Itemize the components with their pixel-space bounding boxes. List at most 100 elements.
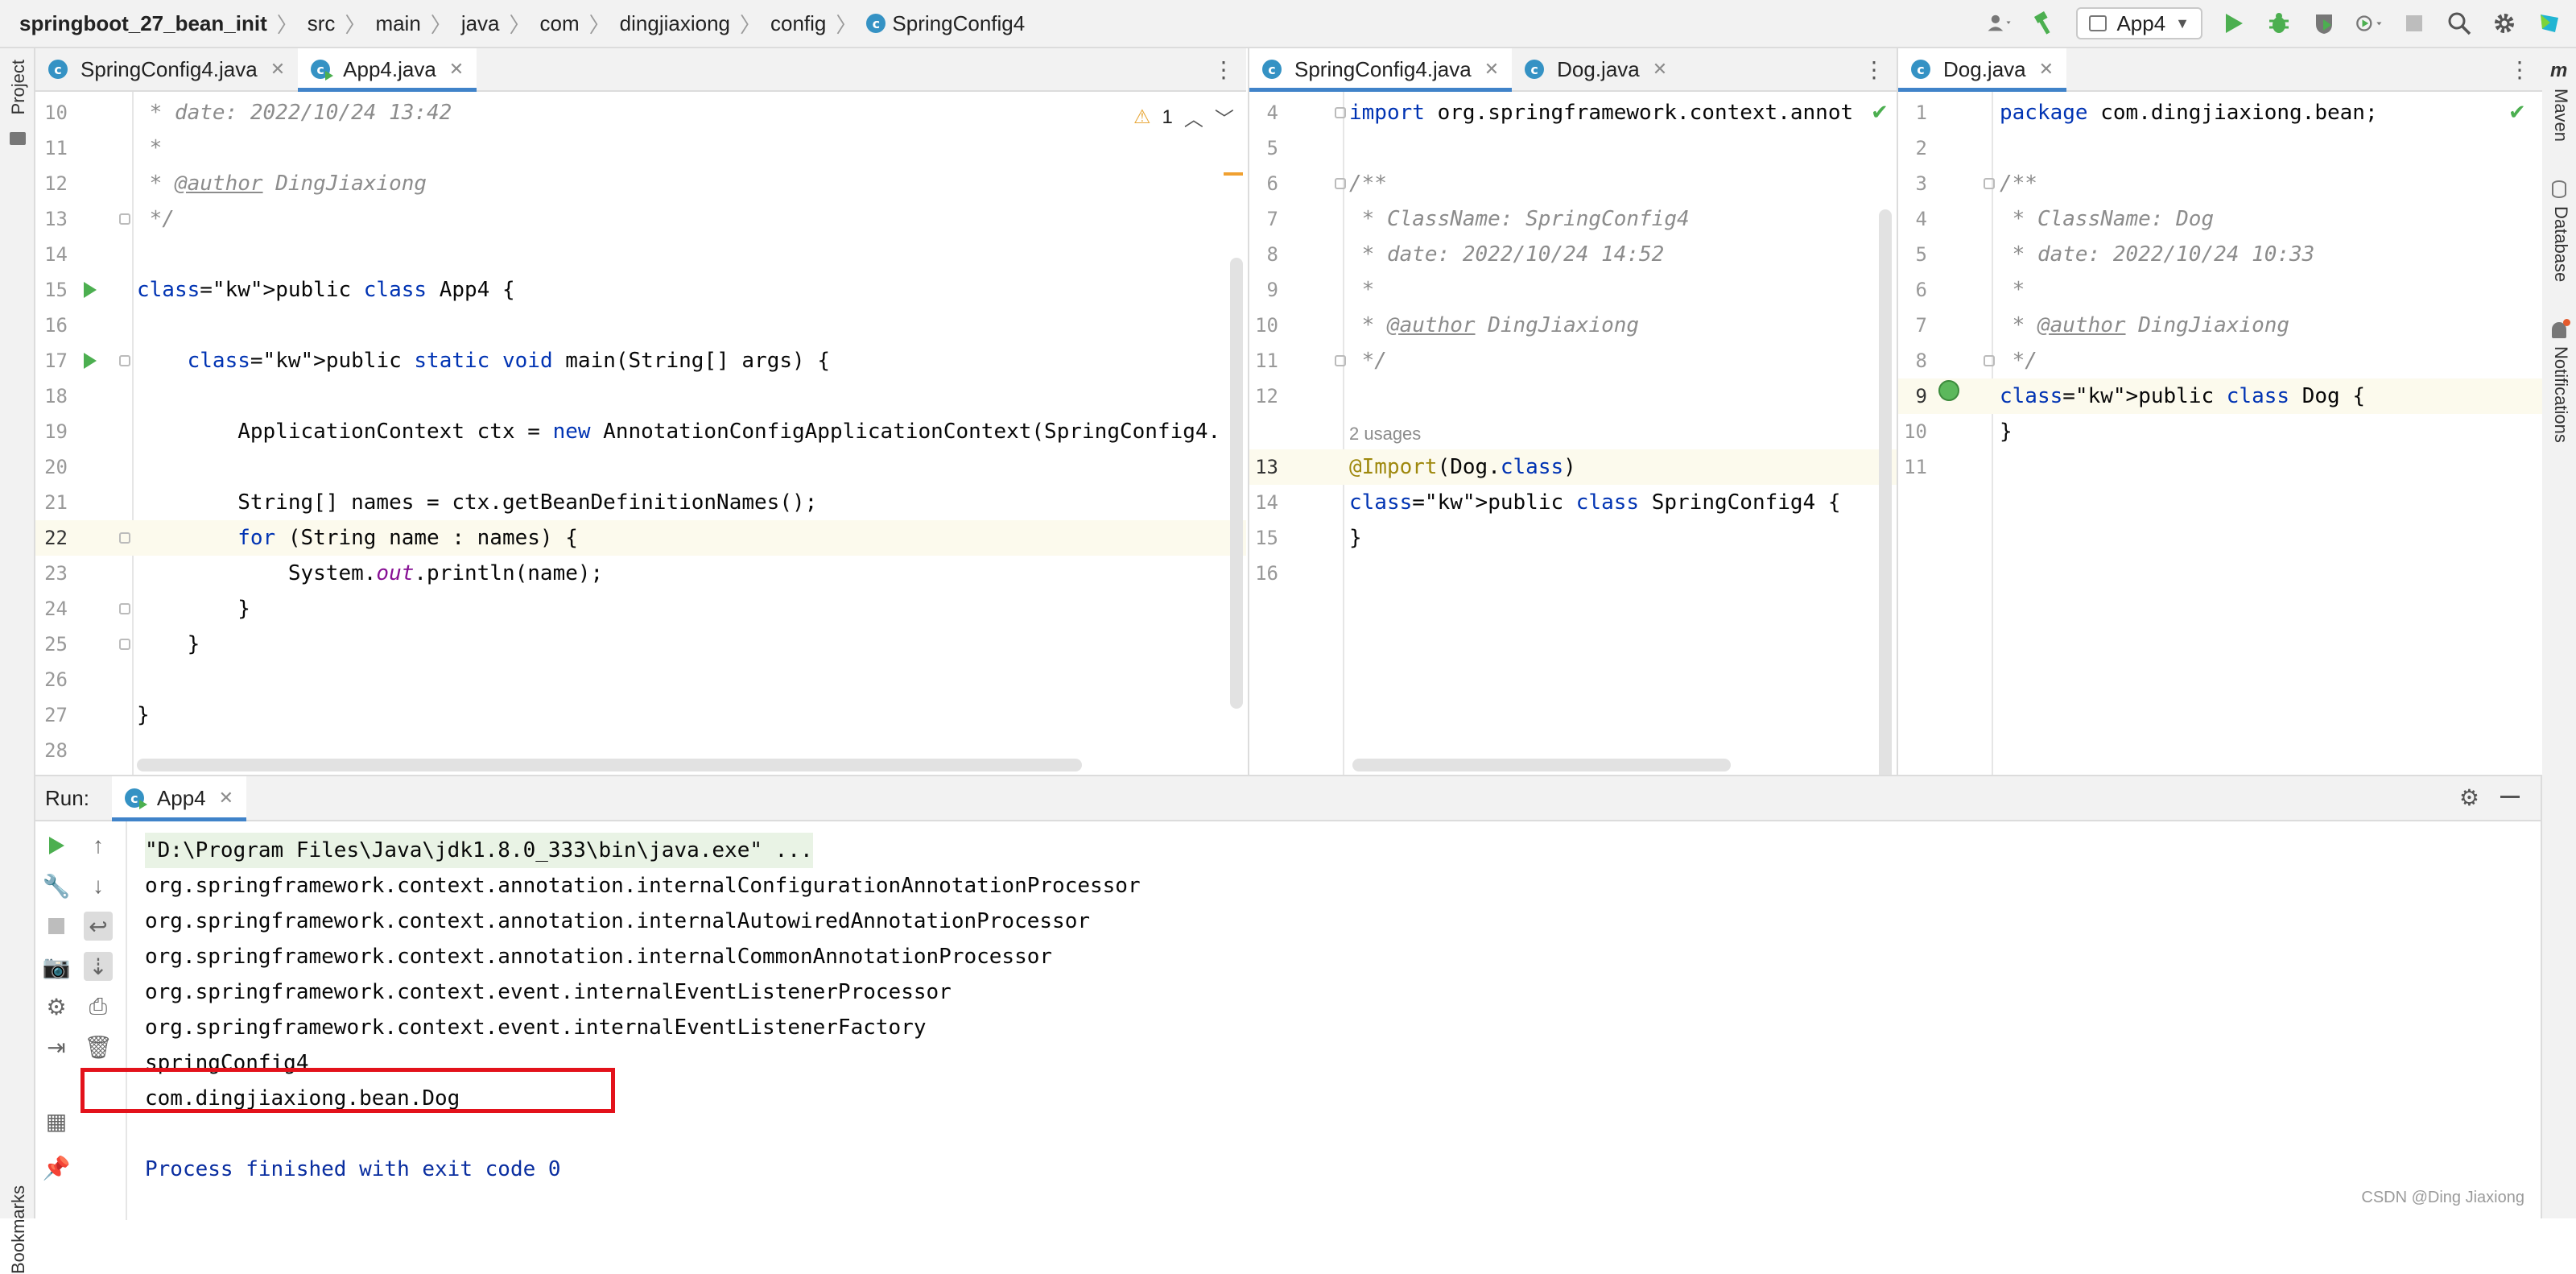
horizontal-scrollbar[interactable] xyxy=(1352,759,1731,771)
fold-icon[interactable] xyxy=(119,355,130,366)
stop-icon[interactable] xyxy=(2401,10,2428,37)
run-configuration-selector[interactable]: App4 ▼ xyxy=(2076,7,2202,39)
code-line[interactable]: } xyxy=(137,627,200,662)
pin-icon[interactable]: 📌 xyxy=(42,1153,71,1182)
tab-springconfig4[interactable]: c SpringConfig4.java ✕ xyxy=(1249,48,1513,92)
vertical-scrollbar[interactable] xyxy=(1230,258,1243,709)
code-line[interactable]: * xyxy=(2000,272,2025,308)
chevron-up-icon[interactable]: ︿ xyxy=(1184,103,1203,131)
close-icon[interactable]: ✕ xyxy=(1653,59,1667,80)
code-line[interactable]: class="kw">public class Dog { xyxy=(2000,378,2365,414)
more-vertical-icon[interactable]: ⋮ xyxy=(2508,56,2531,83)
code-line[interactable]: @Import(Dog.class) xyxy=(1349,449,1576,485)
jetbrains-icon[interactable] xyxy=(2536,10,2563,37)
breadcrumb-java[interactable]: java xyxy=(461,11,500,36)
camera-icon[interactable]: 📷 xyxy=(42,952,71,981)
user-icon[interactable] xyxy=(1986,10,2013,37)
code-line[interactable]: package com.dingjiaxiong.bean; xyxy=(2000,95,2378,130)
code-line[interactable]: /** xyxy=(2000,166,2037,201)
bookmarks-tool-button[interactable]: Bookmarks xyxy=(8,1185,29,1274)
code-line[interactable]: * @author DingJiaxiong xyxy=(137,166,427,201)
breadcrumb-main[interactable]: main xyxy=(375,11,420,36)
console-line[interactable]: Process finished with exit code 0 xyxy=(145,1152,561,1187)
database-tool-button[interactable]: Database xyxy=(2550,206,2571,282)
tab-app4[interactable]: c App4.java ✕ xyxy=(298,48,477,92)
stop-icon[interactable] xyxy=(42,912,71,941)
layout-icon[interactable]: ▦ xyxy=(42,1106,71,1135)
breadcrumb-com[interactable]: com xyxy=(540,11,580,36)
trash-icon[interactable]: 🗑 xyxy=(84,1032,113,1061)
scroll-to-end-icon[interactable]: ⇣ xyxy=(84,952,113,981)
tab-dog[interactable]: c Dog.java ✕ xyxy=(1512,48,1680,90)
horizontal-scrollbar[interactable] xyxy=(137,759,1082,771)
arrow-down-icon[interactable]: ↓ xyxy=(84,871,113,900)
minimize-icon[interactable] xyxy=(2500,796,2520,798)
code-line[interactable]: * @author DingJiaxiong xyxy=(2000,308,2289,343)
breadcrumb-project[interactable]: springboot_27_bean_init xyxy=(19,11,267,36)
code-line[interactable]: import org.springframework.context.annot xyxy=(1349,95,1853,130)
fold-icon[interactable] xyxy=(119,639,130,650)
usages-hint[interactable]: 2 usages xyxy=(1349,424,1421,445)
console-line[interactable]: org.springframework.context.annotation.i… xyxy=(145,904,1090,939)
code-line[interactable]: class="kw">public class App4 { xyxy=(137,272,515,308)
inspection-widget[interactable]: ⚠ 1 ︿ ﹀ xyxy=(1133,103,1234,131)
fold-icon[interactable] xyxy=(119,603,130,614)
tab-dog[interactable]: c Dog.java ✕ xyxy=(1898,48,2067,92)
code-line[interactable]: /** xyxy=(1349,166,1387,201)
debug-icon[interactable] xyxy=(2265,10,2293,37)
close-icon[interactable]: ✕ xyxy=(449,59,464,80)
code-line[interactable]: System.out.println(name); xyxy=(137,556,603,591)
exit-icon[interactable]: ⇥ xyxy=(42,1032,71,1061)
close-icon[interactable]: ✕ xyxy=(1484,59,1499,80)
maven-tool-button[interactable]: Maven xyxy=(2550,89,2571,142)
wrench-icon[interactable]: 🔧 xyxy=(42,871,71,900)
more-vertical-icon[interactable]: ⋮ xyxy=(1212,56,1235,83)
close-icon[interactable]: ✕ xyxy=(2039,59,2054,80)
fold-icon[interactable] xyxy=(1984,355,1995,366)
search-icon[interactable] xyxy=(2446,10,2473,37)
code-line[interactable]: } xyxy=(137,591,250,627)
code-line[interactable]: */ xyxy=(137,201,175,237)
run-gutter-icon[interactable] xyxy=(84,282,97,298)
code-line[interactable]: ApplicationContext ctx = new AnnotationC… xyxy=(137,414,1220,449)
print-icon[interactable]: ⎙ xyxy=(84,992,113,1021)
code-line[interactable]: for (String name : names) { xyxy=(137,520,578,556)
arrow-up-icon[interactable]: ↑ xyxy=(84,831,113,860)
code-line[interactable]: */ xyxy=(2000,343,2037,378)
code-line[interactable]: class="kw">public static void main(Strin… xyxy=(137,343,830,378)
console-line[interactable]: org.springframework.context.event.intern… xyxy=(145,1010,927,1045)
settings-off-icon[interactable]: ⚙ xyxy=(42,992,71,1021)
console-line[interactable]: org.springframework.context.annotation.i… xyxy=(145,868,1141,904)
fold-icon[interactable] xyxy=(1335,355,1346,366)
breadcrumb-src[interactable]: src xyxy=(308,11,336,36)
fold-icon[interactable] xyxy=(119,532,130,544)
breadcrumb-dingjiaxiong[interactable]: dingjiaxiong xyxy=(620,11,730,36)
code-line[interactable]: * date: 2022/10/24 14:52 xyxy=(1349,237,1665,272)
breadcrumb-config[interactable]: config xyxy=(770,11,826,36)
rerun-icon[interactable] xyxy=(42,831,71,860)
code-line[interactable]: * ClassName: SpringConfig4 xyxy=(1349,201,1690,237)
fold-icon[interactable] xyxy=(1335,178,1346,189)
fold-icon[interactable] xyxy=(119,213,130,225)
code-line[interactable]: } xyxy=(1349,520,1362,556)
notifications-tool-button[interactable]: Notifications xyxy=(2550,346,2571,443)
run-tab-app4[interactable]: c App4 ✕ xyxy=(111,776,247,821)
vertical-scrollbar[interactable] xyxy=(1879,209,1892,775)
spring-bean-icon[interactable] xyxy=(1938,380,1959,401)
chevron-down-icon[interactable]: ﹀ xyxy=(1215,103,1234,131)
run-gutter-icon[interactable] xyxy=(84,353,97,369)
close-icon[interactable]: ✕ xyxy=(270,59,285,80)
hammer-icon[interactable] xyxy=(2031,10,2058,37)
code-line[interactable]: * @author DingJiaxiong xyxy=(1349,308,1639,343)
console-line[interactable]: org.springframework.context.annotation.i… xyxy=(145,939,1052,974)
coverage-icon[interactable] xyxy=(2310,10,2338,37)
code-line[interactable]: String[] names = ctx.getBeanDefinitionNa… xyxy=(137,485,817,520)
code-line[interactable]: * date: 2022/10/24 13:42 xyxy=(137,95,452,130)
code-line[interactable]: */ xyxy=(1349,343,1387,378)
code-line[interactable]: * xyxy=(1349,272,1375,308)
profile-icon[interactable] xyxy=(2355,10,2383,37)
fold-icon[interactable] xyxy=(1335,107,1346,118)
tab-springconfig4[interactable]: c SpringConfig4.java ✕ xyxy=(35,48,298,90)
code-line[interactable]: class="kw">public class SpringConfig4 { xyxy=(1349,485,1841,520)
breadcrumb-springconfig4[interactable]: SpringConfig4 xyxy=(892,11,1025,36)
